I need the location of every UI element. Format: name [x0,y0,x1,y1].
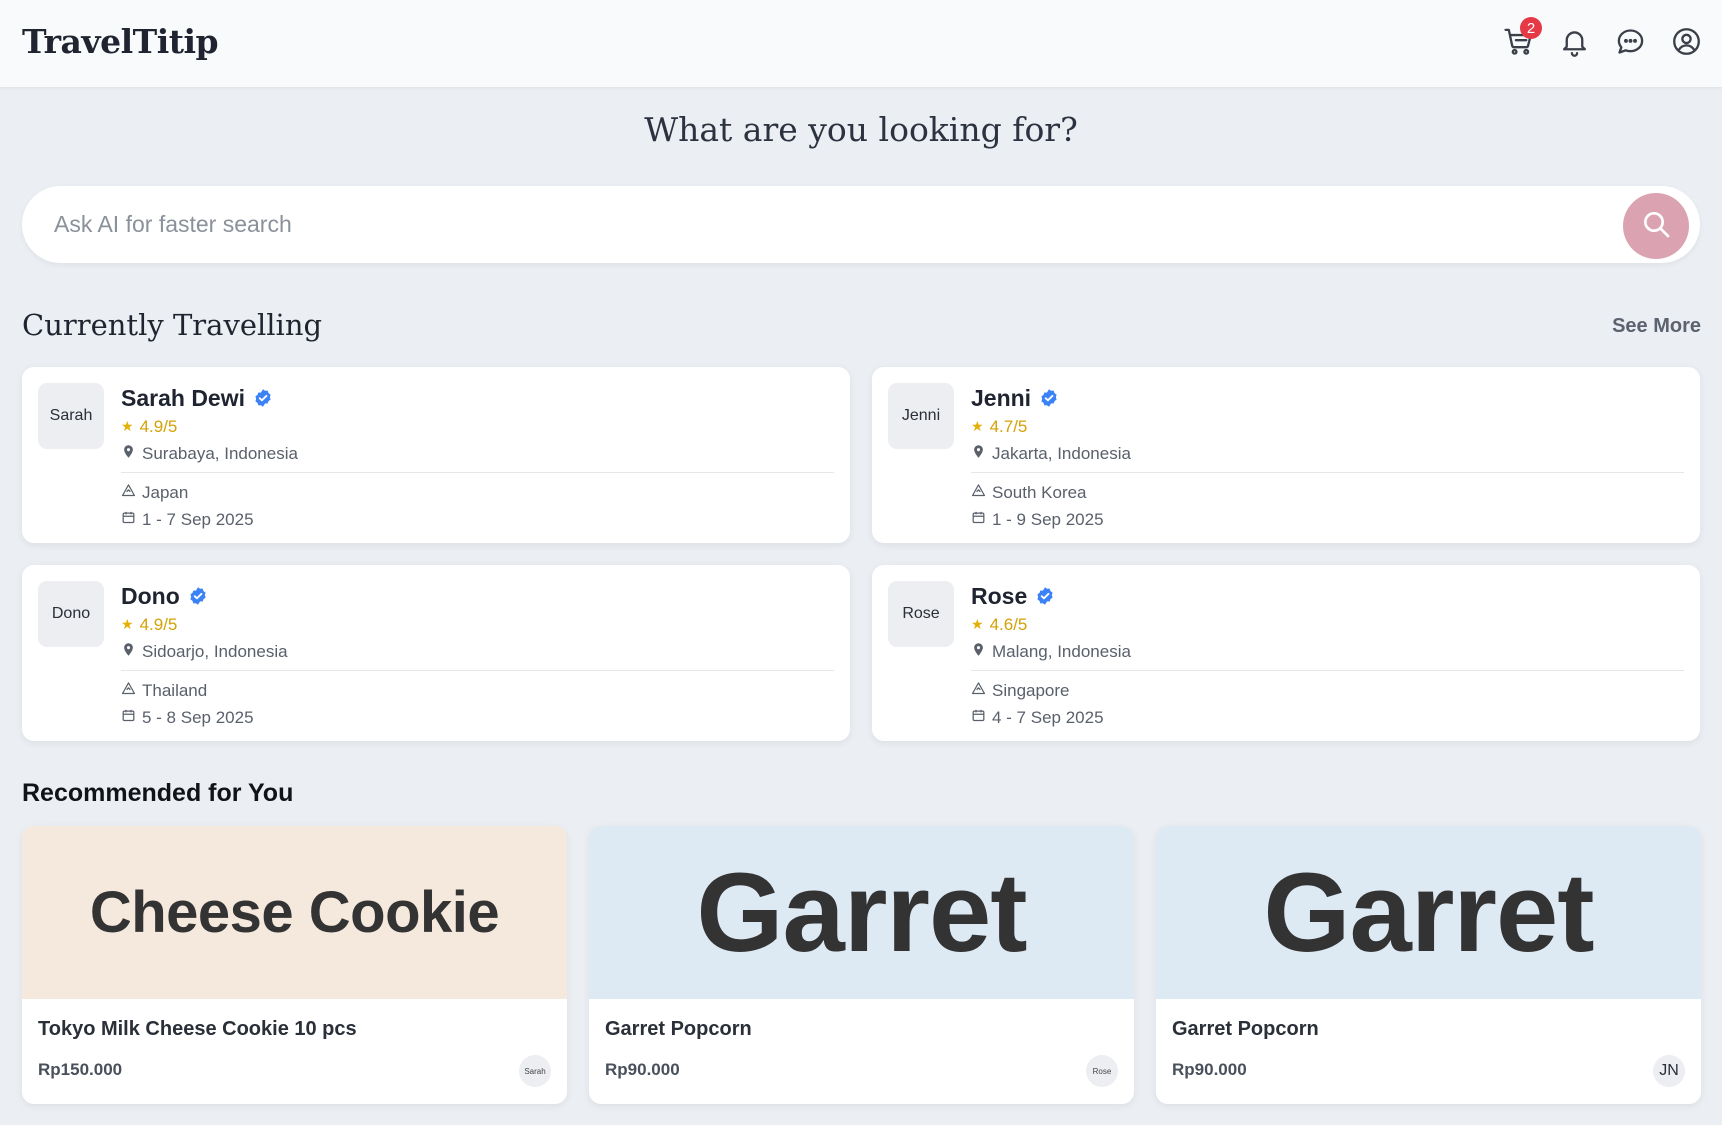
calendar-icon [971,510,986,530]
cart-button[interactable]: 2 [1500,17,1542,64]
notifications-button[interactable] [1556,24,1592,64]
recommended-title: Recommended for You [22,779,294,807]
product-name: Garret Popcorn [1172,1018,1319,1040]
traveler-card[interactable]: Jenni Jenni ★ 4.7/5 Jakarta, Indonesia So… [872,367,1700,543]
product-price: Rp90.000 [605,1060,680,1079]
traveler-name: Dono [121,582,180,609]
traveler-origin: Sidoarjo, Indonesia [142,641,288,661]
divider [121,670,834,671]
divider [121,472,834,473]
traveler-card[interactable]: Dono Dono ★ 4.9/5 Sidoarjo, Indonesia Tha… [22,565,850,741]
currently-travelling-title: Currently Travelling [22,308,323,342]
search-input[interactable] [54,204,1554,244]
traveler-card[interactable]: Sarah Sarah Dewi ★ 4.9/5 Surabaya, Indone… [22,367,850,543]
traveler-dates: 1 - 9 Sep 2025 [992,509,1104,529]
avatar: Dono [38,581,104,647]
star-icon: ★ [971,418,984,434]
traveler-destination: Thailand [142,680,208,700]
traveler-name: Jenni [971,384,1032,411]
header-actions: 2 [1500,17,1704,64]
avatar: Rose [888,581,954,647]
traveler-dates: 4 - 7 Sep 2025 [992,707,1104,727]
traveler-destination: South Korea [992,482,1087,502]
location-pin-icon [121,642,136,662]
user-icon [1671,26,1702,62]
verified-badge-icon [188,586,208,606]
traveler-rating: 4.9/5 [139,416,178,436]
traveler-destination: Japan [142,482,189,502]
mountain-icon [121,483,136,503]
search-bar [22,186,1700,263]
search-button[interactable] [1623,193,1689,259]
bell-icon [1559,26,1590,62]
product-card[interactable]: Garret Garret Popcorn Rp90.000 JN [1156,826,1701,1104]
cart-count-badge: 2 [1520,17,1542,39]
product-price: Rp90.000 [1172,1060,1247,1079]
search-icon [1640,208,1672,245]
calendar-icon [971,708,986,728]
product-name: Tokyo Milk Cheese Cookie 10 pcs [38,1018,357,1040]
product-card[interactable]: Cheese Cookie Tokyo Milk Cheese Cookie 1… [22,826,567,1104]
traveler-origin: Malang, Indonesia [992,641,1131,661]
divider [971,670,1684,671]
messages-button[interactable] [1612,24,1648,64]
page-headline: What are you looking for? [644,110,1078,149]
chat-icon [1615,26,1646,62]
divider [971,472,1684,473]
calendar-icon [121,708,136,728]
location-pin-icon [121,444,136,464]
traveler-rating: 4.6/5 [989,614,1028,634]
traveler-rating: 4.9/5 [139,614,178,634]
profile-button[interactable] [1668,24,1704,64]
star-icon: ★ [121,616,134,632]
verified-badge-icon [253,388,273,408]
verified-badge-icon [1039,388,1059,408]
mountain-icon [121,681,136,701]
traveler-dates: 5 - 8 Sep 2025 [142,707,254,727]
seller-avatar[interactable]: Sarah [519,1055,551,1087]
see-more-link[interactable]: See More [1612,315,1701,338]
traveler-name: Rose [971,582,1028,609]
top-navbar: TravelTitip 2 [0,0,1722,88]
traveler-dates: 1 - 7 Sep 2025 [142,509,254,529]
product-image: Garret [1156,826,1701,999]
traveler-origin: Jakarta, Indonesia [992,443,1131,463]
location-pin-icon [971,642,986,662]
traveler-card[interactable]: Rose Rose ★ 4.6/5 Malang, Indonesia Singa… [872,565,1700,741]
traveler-name: Sarah Dewi [121,384,245,411]
product-card[interactable]: Garret Garret Popcorn Rp90.000 Rose [589,826,1134,1104]
traveler-origin: Surabaya, Indonesia [142,443,298,463]
product-image: Cheese Cookie [22,826,567,999]
verified-badge-icon [1035,586,1055,606]
avatar: Jenni [888,383,954,449]
location-pin-icon [971,444,986,464]
seller-avatar[interactable]: Rose [1086,1055,1118,1087]
calendar-icon [121,510,136,530]
mountain-icon [971,483,986,503]
mountain-icon [971,681,986,701]
product-image: Garret [589,826,1134,999]
product-price: Rp150.000 [38,1060,123,1079]
traveler-rating: 4.7/5 [989,416,1028,436]
seller-avatar[interactable]: JN [1653,1055,1685,1087]
avatar: Sarah [38,383,104,449]
product-name: Garret Popcorn [605,1018,752,1040]
star-icon: ★ [121,418,134,434]
star-icon: ★ [971,616,984,632]
traveler-destination: Singapore [992,680,1070,700]
brand-logo[interactable]: TravelTitip [22,22,219,61]
